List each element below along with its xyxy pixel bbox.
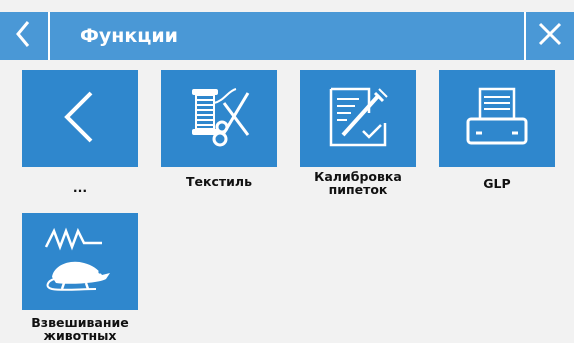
tile-textile-icon-box [161,70,277,167]
tile-back[interactable]: ... [22,70,138,194]
tile-label: ... [72,180,88,195]
tile-animal-icon-box [22,213,138,310]
tile-label: GLP [483,176,511,191]
tile-textile[interactable]: Текстиль [161,70,277,188]
chevron-left-icon [13,19,35,53]
chevron-left-icon [55,87,105,151]
tile-glp[interactable]: GLP [439,70,555,190]
page-title: Функции [80,25,178,47]
header-divider [48,12,50,60]
close-button[interactable] [526,12,574,60]
tile-animal-weighing[interactable]: Взвешивание животных [22,213,138,342]
tile-label: Калибровка пипеток [314,169,402,197]
close-icon [537,21,563,51]
printer-icon [462,83,532,155]
tile-pipette-calibration[interactable]: Калибровка пипеток [300,70,416,196]
tile-label: Взвешивание животных [31,315,129,343]
tile-back-icon-box [22,70,138,167]
back-button[interactable] [0,12,48,60]
thread-scissors-icon [184,83,254,155]
tile-label: Текстиль [186,174,252,189]
pipette-document-icon [323,83,393,155]
header-bar: Функции [0,12,574,60]
tile-pipette-icon-box [300,70,416,167]
animal-weighing-icon [40,223,120,301]
tile-glp-icon-box [439,70,555,167]
